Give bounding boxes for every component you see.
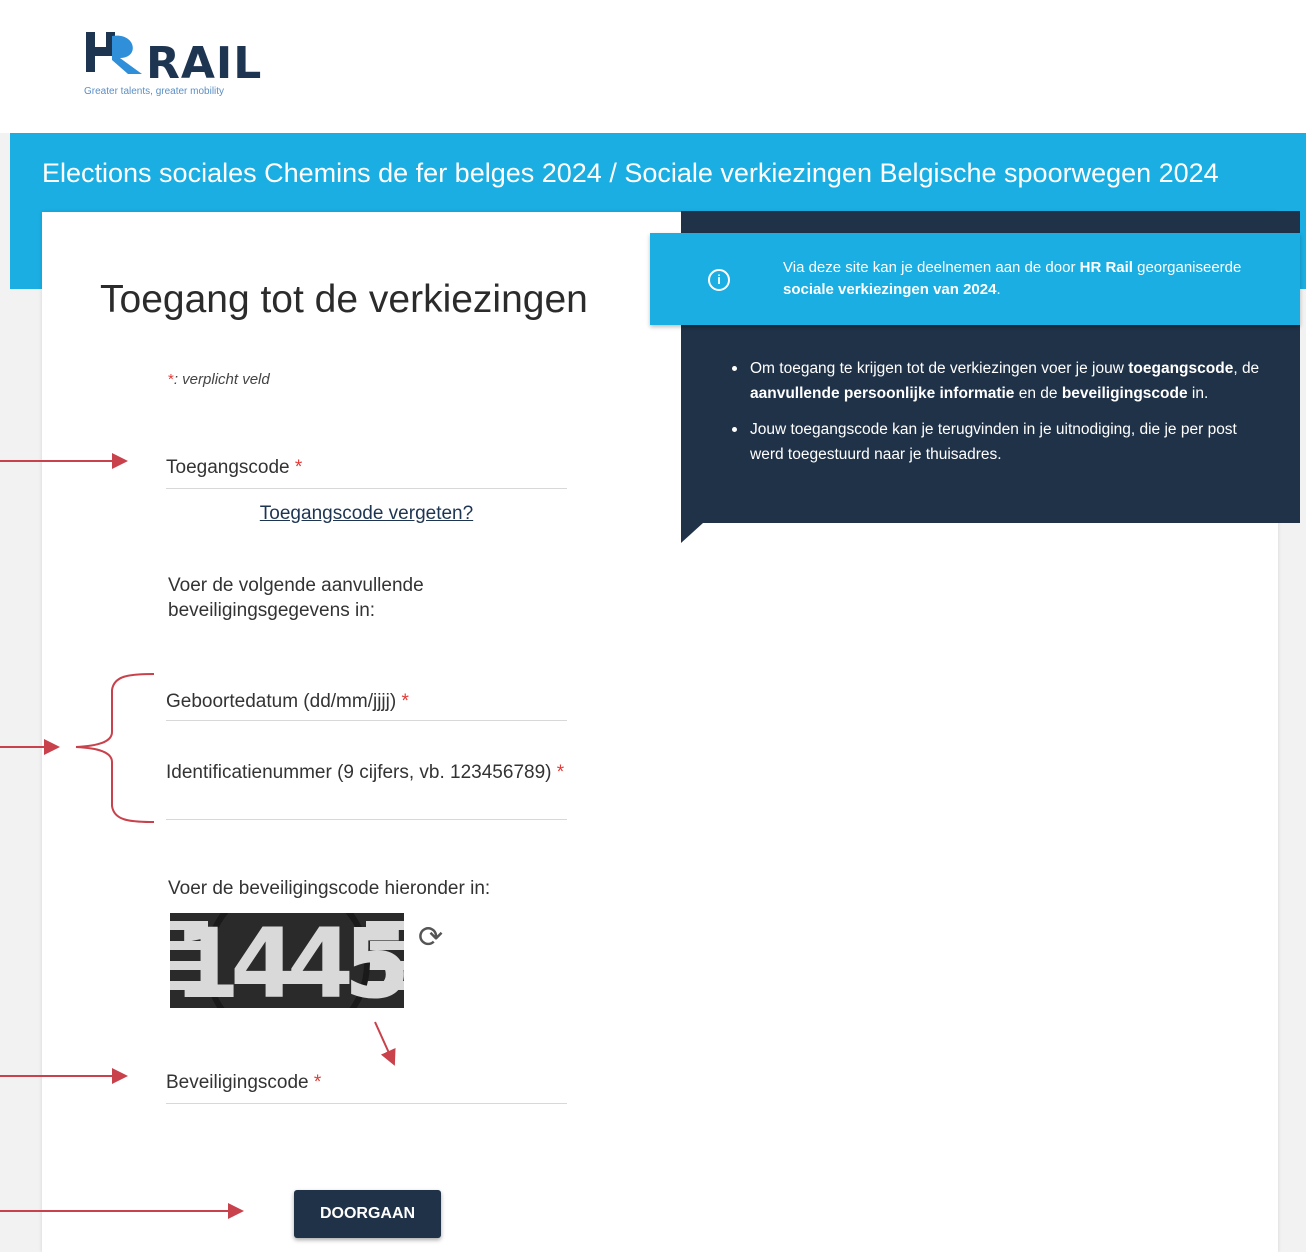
hr-rail-logo[interactable]: RAIL Greater talents, greater mobility (52, 14, 292, 126)
refresh-captcha-icon[interactable]: ⟳ (418, 920, 443, 955)
hr-logo-icon (86, 32, 142, 74)
required-star: * (294, 457, 303, 478)
id-number-input[interactable]: Identificatienummer (9 cijfers, vb. 1234… (166, 757, 567, 820)
instructions-list: Om toegang te krijgen tot de verkiezinge… (730, 356, 1270, 478)
required-field-note: *: verplicht veld (168, 371, 270, 388)
instruction-item: Jouw toegangscode kan je terugvinden in … (730, 417, 1270, 467)
required-star: * (313, 1072, 322, 1093)
captcha-image: 1445 (170, 913, 404, 1008)
instruction-item: Om toegang te krijgen tot de verkiezinge… (730, 356, 1270, 406)
info-callout: i Via deze site kan je deelnemen aan de … (650, 233, 1300, 325)
banner-title: Elections sociales Chemins de fer belges… (42, 158, 1219, 188)
access-code-input[interactable]: Toegangscode * (166, 452, 567, 489)
page-title: Toegang tot de verkiezingen (100, 278, 588, 321)
birthdate-input[interactable]: Geboortedatum (dd/mm/jjjj) * (166, 686, 567, 721)
access-code-label: Toegangscode (166, 457, 290, 478)
required-star: * (556, 762, 565, 783)
info-icon: i (708, 269, 730, 291)
info-text: Via deze site kan je deelnemen aan de do… (783, 259, 1242, 298)
logo-wordmark: RAIL (146, 38, 263, 89)
required-star: * (401, 691, 409, 712)
id-number-label: Identificatienummer (9 cijfers, vb. 1234… (166, 762, 552, 783)
captcha-text: 1445 (173, 913, 404, 1008)
security-code-input[interactable]: Beveiligingscode * (166, 1067, 567, 1104)
instructions-panel-tail (681, 523, 703, 543)
extra-info-text: Voer de volgende aanvullende beveiliging… (168, 575, 424, 621)
captcha-prompt: Voer de beveiligingscode hieronder in: (168, 878, 491, 899)
logo-tagline: Greater talents, greater mobility (84, 86, 225, 97)
forgot-access-code-link[interactable]: Toegangscode vergeten? (166, 503, 567, 525)
security-code-label: Beveiligingscode (166, 1072, 309, 1093)
submit-button[interactable]: DOORGAAN (294, 1190, 441, 1238)
birthdate-label: Geboortedatum (dd/mm/jjjj) (166, 691, 397, 712)
